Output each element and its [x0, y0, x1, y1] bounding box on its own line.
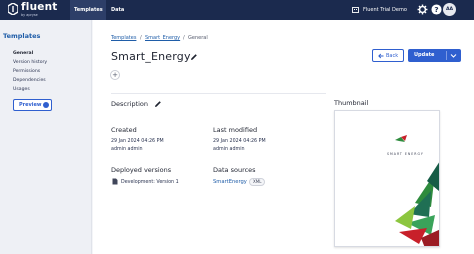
sidebar-item-version-history[interactable]: Version history [13, 60, 47, 65]
edit-description-pencil-icon[interactable] [154, 100, 162, 108]
logo-text: fluent [21, 1, 58, 13]
environment-name: Fluent Trial Demo [363, 7, 407, 13]
nav-templates[interactable]: Templates [70, 0, 106, 20]
preview-button-label: Preview [19, 102, 42, 108]
breadcrumb-separator: / [183, 35, 185, 41]
page-title: Smart_Energy [111, 50, 191, 63]
breadcrumb-separator: / [140, 35, 142, 41]
building-icon [352, 7, 359, 13]
description-label: Description [111, 100, 149, 108]
main-content: Templates / Smart_Energy / General Smart… [93, 20, 474, 254]
sidebar-item-permissions[interactable]: Permissions [13, 69, 40, 74]
edit-title-pencil-icon[interactable] [190, 53, 198, 61]
sidebar: Templates General Version history Permis… [0, 20, 92, 254]
svg-text:?: ? [434, 5, 438, 14]
document-icon [112, 178, 118, 185]
data-source-link[interactable]: SmartEnergy [213, 179, 247, 185]
breadcrumb-smart-energy[interactable]: Smart_Energy [145, 35, 180, 41]
update-button-label: Update [414, 51, 435, 58]
chevron-down-icon[interactable] [450, 52, 457, 59]
data-source-type-badge: XML [249, 178, 266, 186]
avatar[interactable]: AA [443, 3, 456, 16]
gear-icon[interactable] [417, 4, 428, 15]
back-button[interactable]: Back [372, 49, 404, 62]
thumbnail-wordmark: SMART ENERGY [387, 152, 424, 156]
modified-date: 29 Jan 2024 04:26 PM [213, 139, 266, 144]
last-modified-label: Last modified [213, 126, 258, 134]
fluent-logo[interactable]: fluent by apryse [8, 1, 68, 18]
sidebar-item-general[interactable]: General [13, 51, 33, 56]
sidebar-title[interactable]: Templates [3, 32, 40, 40]
preview-button[interactable]: Preview [13, 99, 52, 111]
back-button-label: Back [386, 52, 399, 59]
logo-subtext: by apryse [21, 13, 38, 17]
add-tag-button[interactable]: + [110, 70, 120, 80]
template-thumbnail[interactable]: SMART ENERGY [334, 110, 440, 247]
sidebar-item-dependencies[interactable]: Dependencies [13, 78, 46, 83]
breadcrumb-templates[interactable]: Templates [111, 35, 136, 41]
data-sources-label: Data sources [213, 166, 256, 174]
thumbnail-label: Thumbnail [334, 99, 369, 107]
created-label: Created [111, 126, 137, 134]
help-icon[interactable]: ? [431, 4, 442, 15]
modified-by: admin admin [213, 147, 245, 152]
update-split-divider [446, 51, 447, 60]
update-button[interactable]: Update [408, 49, 461, 62]
preview-play-icon [43, 102, 49, 108]
created-by: admin admin [111, 147, 143, 152]
top-navigation-bar: fluent by apryse Templates Data Fluent T… [0, 0, 474, 20]
breadcrumb-current: General [188, 35, 208, 41]
created-date: 29 Jan 2024 04:26 PM [111, 139, 164, 144]
nav-data[interactable]: Data [107, 0, 128, 20]
arrow-left-icon [378, 53, 384, 59]
thumbnail-artwork [395, 135, 439, 246]
section-divider [111, 93, 326, 94]
deployed-version-value: Development: Version 1 [121, 180, 179, 185]
deployed-versions-label: Deployed versions [111, 166, 172, 174]
fluent-logo-mark-icon [8, 3, 18, 15]
sidebar-item-usages[interactable]: Usages [13, 87, 30, 92]
